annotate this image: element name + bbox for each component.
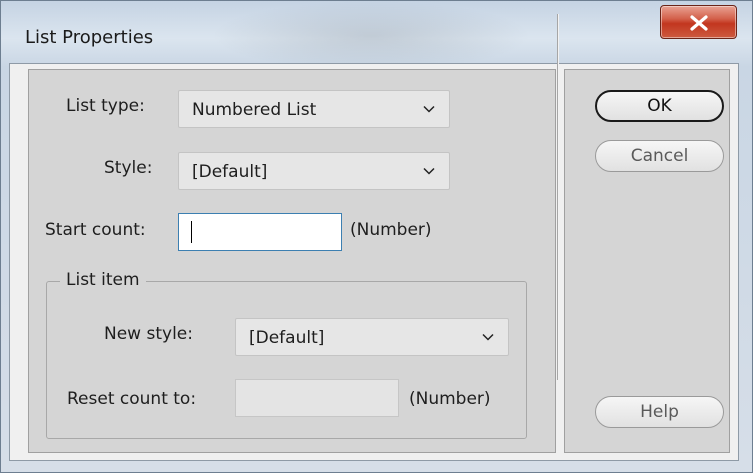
start-count-input[interactable] [178,213,342,251]
help-button[interactable]: Help [595,396,724,428]
ok-button[interactable]: OK [595,90,724,122]
style-value: [Default] [192,162,268,182]
close-button[interactable] [660,5,737,39]
list-type-value: Numbered List [192,100,317,120]
style-label: Style: [104,158,152,178]
reset-count-label: Reset count to: [67,389,196,409]
list-type-label-text: List type: [66,96,145,116]
style-dropdown[interactable]: [Default] [178,152,450,190]
reset-count-input[interactable] [235,379,399,417]
list-type-dropdown[interactable]: Numbered List [178,90,450,128]
list-item-group-title: List item [60,270,146,290]
list-type-label: List type: [66,96,145,116]
title-bar[interactable]: List Properties [1,1,752,65]
window-title: List Properties [25,27,154,48]
reset-count-hint: (Number) [409,389,491,409]
new-style-label-text: New style: [104,324,193,344]
new-style-dropdown[interactable]: [Default] [235,318,509,356]
x-icon [690,15,708,31]
start-count-label: Start count: [45,220,146,240]
new-style-label: New style: [104,324,193,344]
text-caret [191,221,192,243]
start-count-label-text: Start count: [45,220,146,240]
new-style-value: [Default] [249,328,325,348]
style-label-text: Style: [104,158,153,178]
chevron-down-icon [482,333,494,341]
cancel-button[interactable]: Cancel [595,140,724,172]
chevron-down-icon [423,167,435,175]
start-count-hint: (Number) [350,220,432,240]
chevron-down-icon [423,105,435,113]
reset-count-label-text: Reset count to: [67,389,197,409]
panel-divider [557,14,559,380]
